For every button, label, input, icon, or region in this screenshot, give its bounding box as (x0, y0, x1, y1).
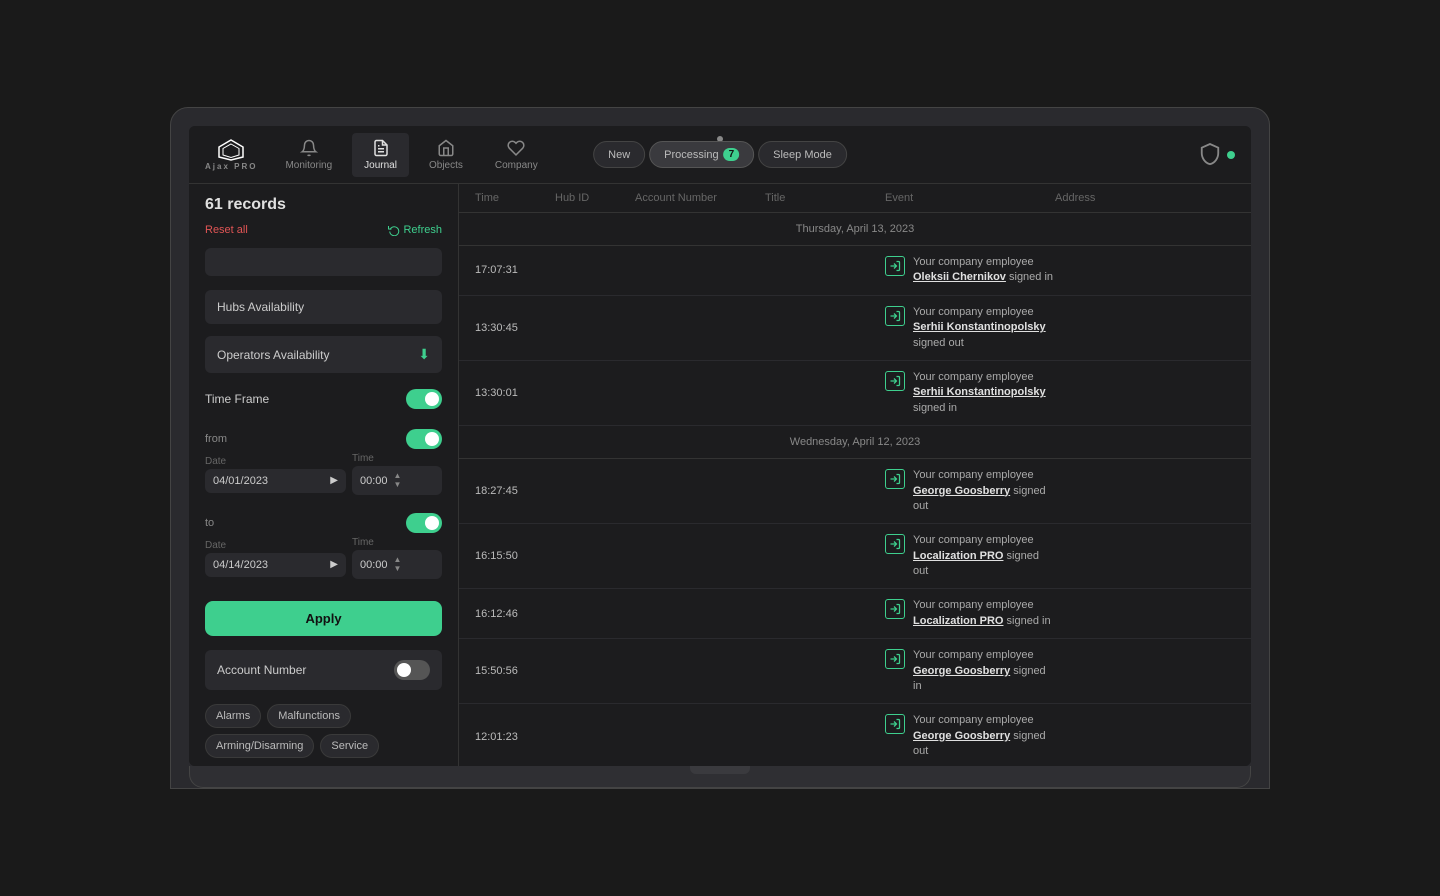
nav-item-journal[interactable]: Journal (352, 133, 409, 177)
nav-item-objects[interactable]: Objects (417, 133, 475, 177)
account-number-label: Account Number (217, 663, 306, 677)
reset-all-button[interactable]: Reset all (205, 224, 248, 236)
account-number-row[interactable]: Account Number (205, 650, 442, 690)
table-row: 13:30:45 Your (459, 296, 1251, 361)
to-time-down[interactable]: ▼ (394, 565, 402, 573)
table-row: 16:12:46 Your (459, 589, 1251, 639)
to-time-label: Time (352, 537, 442, 548)
tag-arming-disarming[interactable]: Arming/Disarming (205, 734, 314, 758)
sidebar: 61 records Reset all Refresh (189, 184, 459, 766)
table-row: 18:27:45 Your (459, 459, 1251, 524)
refresh-button[interactable]: Refresh (388, 224, 442, 236)
hubs-availability-section: Hubs Availability (189, 284, 458, 336)
th-address: Address (1055, 192, 1235, 204)
hubs-availability-label: Hubs Availability (217, 300, 304, 314)
table-row: 17:07:31 Your (459, 246, 1251, 296)
from-time-stepper[interactable]: ▲ ▼ (394, 472, 402, 489)
sidebar-header: 61 records (189, 184, 458, 220)
table-row: 15:50:56 Your (459, 639, 1251, 704)
event-icon (885, 469, 905, 489)
operators-availability-label: Operators Availability (217, 348, 330, 362)
nav-center-buttons: New Processing 7 Sleep Mode (593, 141, 847, 168)
date-arrow-icon: ▶ (330, 475, 338, 486)
event-icon (885, 256, 905, 276)
from-date-field[interactable]: 04/01/2023 ▶ (205, 469, 346, 493)
event-icon (885, 649, 905, 669)
to-time-field[interactable]: 00:00 ▲ ▼ (352, 550, 442, 579)
to-date-time-row: Date 04/14/2023 ▶ Time 00:00 (205, 537, 442, 579)
nav-item-monitoring[interactable]: Monitoring (273, 133, 344, 177)
from-section: from Date 04/01/2023 ▶ (189, 425, 458, 509)
to-date-arrow-icon: ▶ (330, 559, 338, 570)
new-button[interactable]: New (593, 141, 645, 168)
download-icon: ⬇ (418, 346, 430, 363)
table-row: 16:15:50 Your (459, 524, 1251, 589)
to-date-field[interactable]: 04/14/2023 ▶ (205, 553, 346, 577)
to-date-label: Date (205, 540, 346, 551)
th-event: Event (885, 192, 1055, 204)
sleep-mode-button[interactable]: Sleep Mode (758, 141, 847, 168)
event-icon (885, 599, 905, 619)
sidebar-actions: Reset all Refresh (189, 220, 458, 244)
apply-button[interactable]: Apply (205, 601, 442, 636)
from-time-label: Time (352, 453, 442, 464)
nav-shield (1199, 142, 1235, 168)
to-time-up[interactable]: ▲ (394, 556, 402, 564)
date-separator-2: Wednesday, April 12, 2023 (459, 426, 1251, 459)
from-label: from (205, 429, 442, 449)
timeframe-section: Time Frame (189, 385, 458, 425)
search-bar[interactable] (205, 248, 442, 276)
from-date-label: Date (205, 456, 346, 467)
timeframe-toggle[interactable] (406, 389, 442, 409)
nav-monitoring-label: Monitoring (285, 160, 332, 171)
tags-section: Alarms Malfunctions Arming/Disarming Ser… (189, 696, 458, 766)
account-toggle[interactable] (394, 660, 430, 680)
event-icon (885, 534, 905, 554)
nav-journal-label: Journal (364, 160, 397, 171)
nav-company-label: Company (495, 160, 538, 171)
event-icon (885, 306, 905, 326)
to-toggle[interactable] (406, 513, 442, 533)
date-separator-1: Thursday, April 13, 2023 (459, 213, 1251, 246)
table-row: 12:01:23 Your (459, 704, 1251, 766)
logo-icon (217, 139, 245, 161)
tag-alarms[interactable]: Alarms (205, 704, 261, 728)
status-dot (1227, 151, 1235, 159)
processing-badge: 7 (724, 148, 740, 161)
th-time: Time (475, 192, 555, 204)
from-time-down[interactable]: ▼ (394, 481, 402, 489)
hubs-availability-row[interactable]: Hubs Availability (205, 290, 442, 324)
th-account-number: Account Number (635, 192, 765, 204)
table-header: Time Hub ID Account Number Title Event A… (459, 184, 1251, 213)
nav-item-company[interactable]: Company (483, 133, 550, 177)
table-row: 13:30:01 Your (459, 361, 1251, 426)
journal-table: Time Hub ID Account Number Title Event A… (459, 184, 1251, 766)
event-icon (885, 371, 905, 391)
main-content: 61 records Reset all Refresh (189, 184, 1251, 766)
th-title: Title (765, 192, 885, 204)
to-section: to Date 04/14/2023 ▶ (189, 509, 458, 593)
processing-button[interactable]: Processing 7 (649, 141, 754, 168)
tag-malfunctions[interactable]: Malfunctions (267, 704, 351, 728)
from-date-time-row: Date 04/01/2023 ▶ Time 00:00 (205, 453, 442, 495)
operators-availability-section: Operators Availability ⬇ (189, 336, 458, 385)
to-time-stepper[interactable]: ▲ ▼ (394, 556, 402, 573)
from-toggle[interactable] (406, 429, 442, 449)
timeframe-header: Time Frame (205, 389, 442, 409)
logo-text: Ajax PRO (205, 162, 257, 171)
nav-objects-label: Objects (429, 160, 463, 171)
event-icon (885, 714, 905, 734)
operators-availability-row[interactable]: Operators Availability ⬇ (205, 336, 442, 373)
tag-service[interactable]: Service (320, 734, 379, 758)
nav-logo: Ajax PRO (205, 139, 257, 171)
account-section: Account Number (189, 644, 458, 696)
to-label: to (205, 513, 442, 533)
from-time-field[interactable]: 00:00 ▲ ▼ (352, 466, 442, 495)
records-count: 61 records (205, 196, 286, 214)
timeframe-label: Time Frame (205, 392, 269, 406)
from-time-up[interactable]: ▲ (394, 472, 402, 480)
th-hub-id: Hub ID (555, 192, 635, 204)
top-nav: Ajax PRO Monitoring (189, 126, 1251, 184)
